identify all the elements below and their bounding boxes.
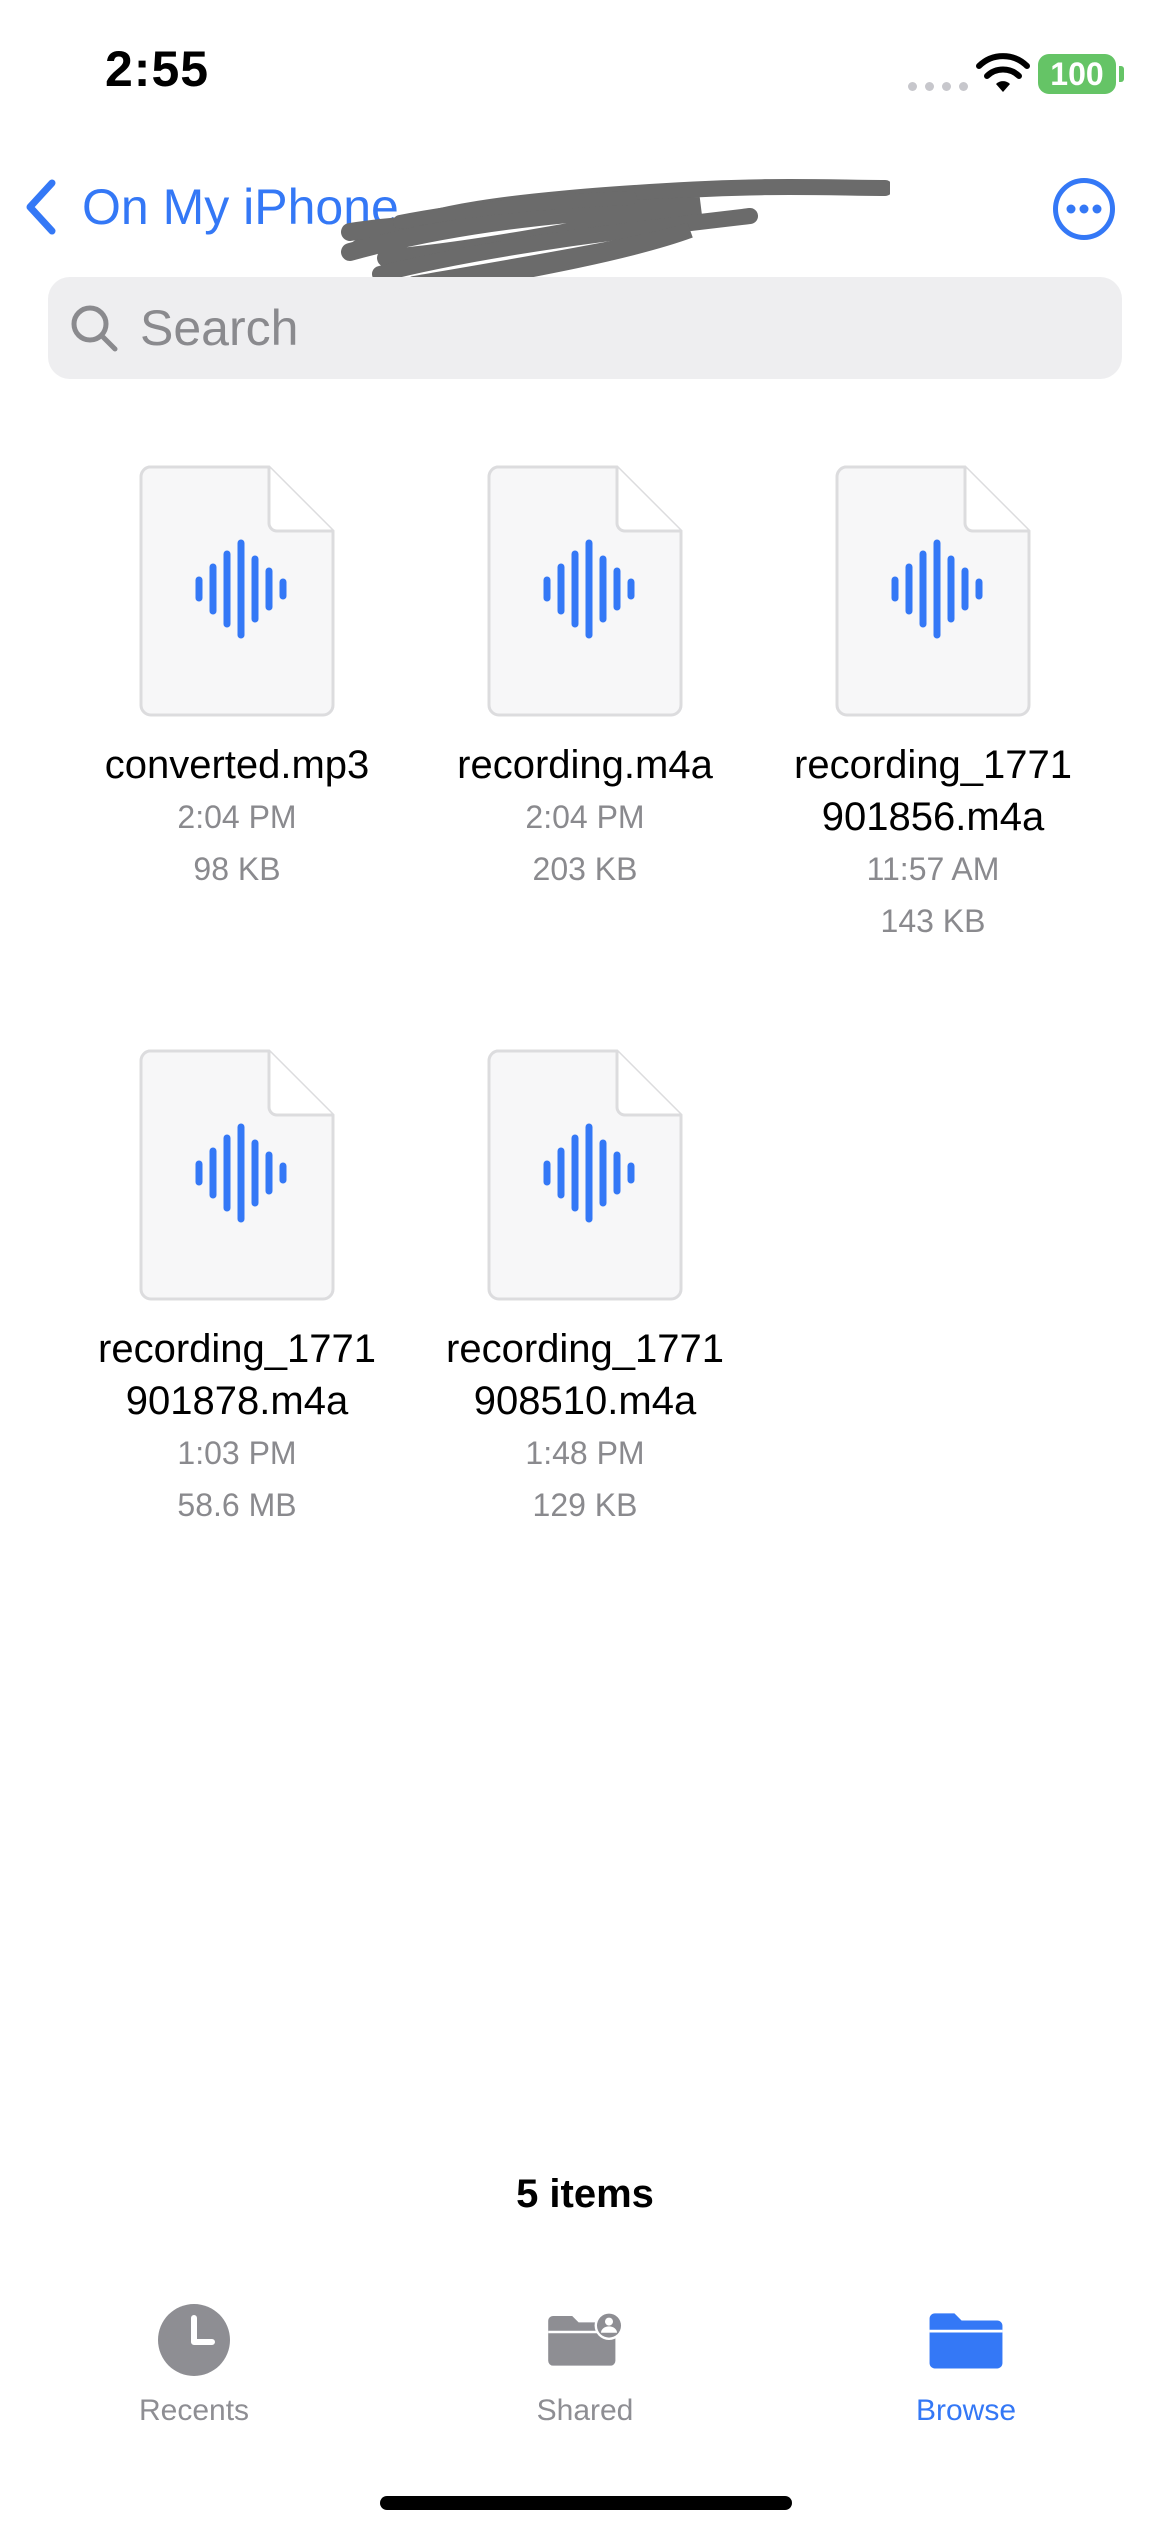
- file-name-line: recording_1771: [98, 1327, 376, 1371]
- file-time: 1:48 PM: [525, 1435, 645, 1471]
- tab-browse-label: Browse: [915, 2394, 1017, 2427]
- audio-file-icon: [835, 465, 1031, 717]
- audio-file-icon: [139, 1049, 335, 1301]
- file-name-line: recording_1771: [794, 743, 1072, 787]
- file-size: 98 KB: [193, 851, 281, 887]
- battery-tip: [1119, 66, 1124, 82]
- file-size: 203 KB: [532, 851, 638, 887]
- clock-icon: [158, 2304, 230, 2376]
- shared-folder-icon: [548, 2311, 624, 2366]
- file-name-line: 908510.m4a: [473, 1379, 697, 1423]
- cellular-signal-icon: [908, 82, 968, 91]
- file-name: recording_1771 908510.m4a: [410, 1323, 760, 1427]
- tab-shared-label: Shared: [536, 2394, 634, 2427]
- file-size: 58.6 MB: [177, 1487, 297, 1523]
- file-name: recording_1771 901878.m4a: [62, 1323, 412, 1427]
- battery-icon: 100: [1038, 54, 1116, 94]
- file-name: recording_1771 901856.m4a: [758, 739, 1108, 843]
- file-size: 129 KB: [532, 1487, 638, 1523]
- status-time: 2:55: [105, 41, 210, 97]
- file-item[interactable]: converted.mp3 2:04 PM 98 KB: [62, 465, 412, 895]
- file-item[interactable]: recording.m4a 2:04 PM 203 KB: [410, 465, 760, 895]
- file-item[interactable]: recording_1771 908510.m4a 1:48 PM 129 KB: [410, 1049, 760, 1531]
- search-input[interactable]: [138, 298, 1042, 358]
- folder-icon: [929, 2313, 1003, 2369]
- file-name: recording.m4a: [457, 743, 713, 787]
- chevron-left-icon: [26, 179, 56, 235]
- ellipsis-circle-icon[interactable]: [1052, 177, 1116, 241]
- status-bar: 2:55 100: [0, 0, 1170, 150]
- search-icon: [71, 305, 118, 352]
- audio-file-icon: [487, 465, 683, 717]
- file-time: 11:57 AM: [866, 851, 1000, 887]
- file-size: 143 KB: [880, 903, 986, 939]
- items-count: 5 items: [516, 2172, 654, 2216]
- file-item[interactable]: recording_1771 901856.m4a 11:57 AM 143 K…: [758, 465, 1108, 947]
- file-item[interactable]: recording_1771 901878.m4a 1:03 PM 58.6 M…: [62, 1049, 412, 1531]
- tab-bar: Recents Shared Browse: [0, 2290, 1170, 2450]
- tab-recents[interactable]: Recents: [74, 2290, 314, 2428]
- tab-browse[interactable]: Browse: [846, 2290, 1086, 2428]
- tab-recents-label: Recents: [138, 2394, 250, 2427]
- search-bar[interactable]: [48, 277, 1122, 379]
- file-name-line: 901856.m4a: [821, 795, 1045, 839]
- home-indicator: [380, 2496, 792, 2510]
- file-time: 1:03 PM: [177, 1435, 297, 1471]
- file-time: 2:04 PM: [525, 799, 645, 835]
- wifi-icon: [976, 53, 1030, 92]
- file-name-line: recording_1771: [446, 1327, 724, 1371]
- file-time: 2:04 PM: [177, 799, 297, 835]
- tab-shared[interactable]: Shared: [465, 2290, 705, 2428]
- file-name-line: 901878.m4a: [125, 1379, 349, 1423]
- battery-level: 100: [1050, 55, 1104, 92]
- audio-file-icon: [139, 465, 335, 717]
- file-name: converted.mp3: [104, 743, 370, 787]
- audio-file-icon: [487, 1049, 683, 1301]
